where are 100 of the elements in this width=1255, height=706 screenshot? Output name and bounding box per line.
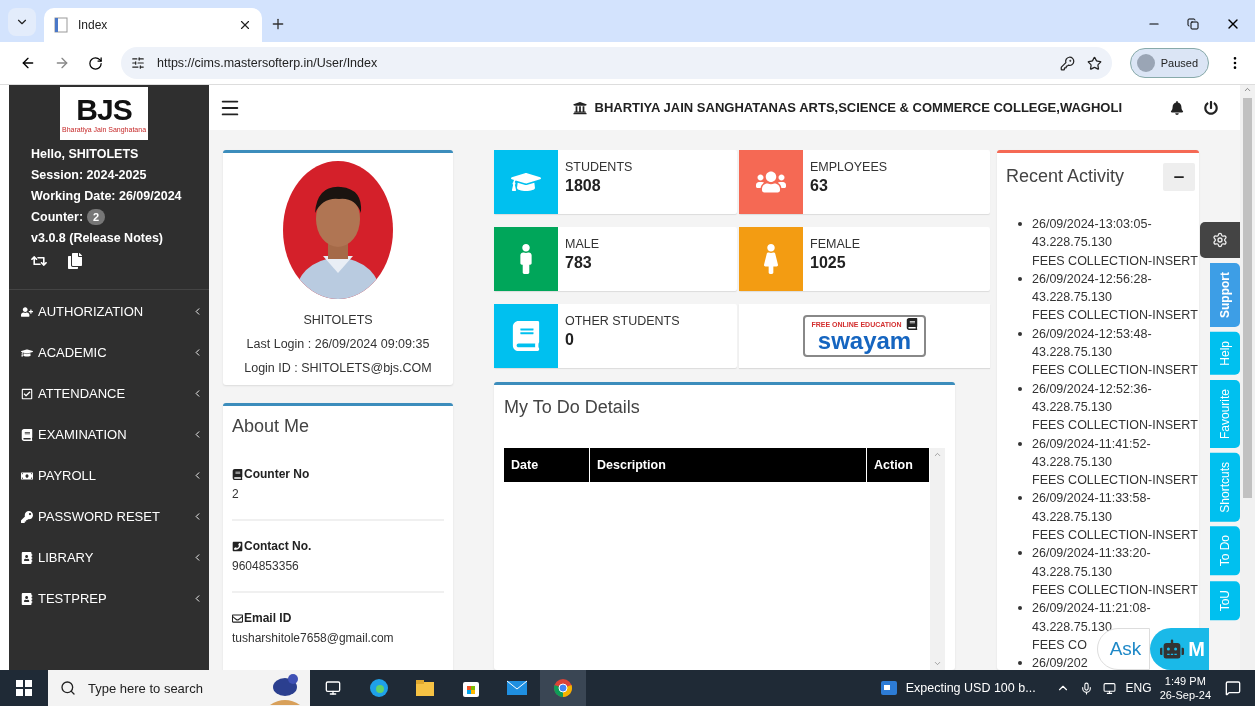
stat-label: FEMALE bbox=[810, 237, 860, 251]
sidebar-menu-item[interactable]: PASSWORD RESET bbox=[9, 496, 209, 537]
stat-label: STUDENTS bbox=[565, 160, 633, 174]
activity-time: 26/09/2024-11:33:20- bbox=[1032, 545, 1151, 563]
activity-action: FEES COLLECTION-INSERT bbox=[1032, 472, 1198, 490]
key-icon[interactable] bbox=[1059, 55, 1075, 71]
activity-action: FEES CO bbox=[1032, 636, 1087, 654]
power-icon[interactable] bbox=[1204, 100, 1218, 115]
counter-label: Counter: bbox=[31, 209, 84, 225]
counter-badge: 2 bbox=[87, 209, 106, 225]
new-tab-icon[interactable] bbox=[270, 16, 286, 32]
activity-time: 26/09/202 bbox=[1032, 655, 1088, 670]
bullet-icon bbox=[1018, 606, 1022, 611]
bullet-icon bbox=[1018, 276, 1022, 281]
back-icon[interactable] bbox=[20, 55, 36, 71]
scroll-up-icon[interactable] bbox=[1243, 85, 1252, 94]
taskbar-app-button[interactable] bbox=[540, 670, 586, 706]
news-widget[interactable]: Expecting USD 100 b... bbox=[879, 680, 1036, 696]
browser-tab[interactable]: Index bbox=[44, 8, 262, 42]
field-label: Contact No. bbox=[244, 539, 312, 553]
sidebar-menu-item[interactable]: LIBRARY bbox=[9, 537, 209, 578]
activity-ip: 43.228.75.130 bbox=[1032, 563, 1112, 581]
bullet-icon bbox=[1018, 386, 1022, 391]
key-icon bbox=[21, 510, 33, 523]
mail-icon[interactable] bbox=[506, 680, 528, 696]
version-link[interactable]: v3.0.8 (Release Notes) bbox=[31, 230, 209, 246]
sidebar-menu-item[interactable]: TESTPREP bbox=[9, 578, 209, 619]
session-text: Session: 2024-2025 bbox=[31, 167, 148, 183]
book-icon bbox=[232, 468, 243, 480]
sidebar-menu-item[interactable]: AUTHORIZATION bbox=[9, 291, 209, 332]
page-scrollbar[interactable] bbox=[1240, 85, 1255, 670]
clock[interactable]: 1:49 PM 26-Sep-24 bbox=[1159, 674, 1211, 702]
search-input[interactable]: Type here to search bbox=[86, 679, 236, 697]
site-settings-icon[interactable] bbox=[131, 56, 145, 70]
microphone-icon[interactable] bbox=[1079, 681, 1093, 695]
sidebar-menu-item[interactable]: EXAMINATION bbox=[9, 414, 209, 455]
retweet-icon[interactable] bbox=[31, 253, 47, 269]
settings-icon bbox=[1212, 232, 1228, 248]
user-plus-icon bbox=[21, 305, 33, 318]
folder-icon[interactable] bbox=[415, 679, 435, 697]
field-value: tusharshitole7658@gmail.com bbox=[232, 631, 394, 645]
activity-ip: 43.228.75.130 bbox=[1032, 453, 1112, 471]
activity-ip: 43.228.75.130 bbox=[1032, 344, 1112, 362]
greeting-text: Hello, SHITOLETS bbox=[31, 146, 140, 162]
bullet-icon bbox=[1018, 331, 1022, 336]
envelope-icon bbox=[232, 612, 243, 624]
address-bar[interactable]: https://cims.mastersofterp.in/User/Index bbox=[121, 47, 1112, 79]
sidebar-menu-item[interactable]: ACADEMIC bbox=[9, 332, 209, 373]
forward-icon[interactable] bbox=[54, 55, 70, 71]
profile-button[interactable]: Paused bbox=[1129, 48, 1209, 78]
close-tab-icon[interactable] bbox=[238, 18, 252, 32]
reload-icon[interactable] bbox=[88, 55, 103, 71]
sidebar-menu-item[interactable]: ATTENDANCE bbox=[9, 373, 209, 414]
bell-icon[interactable] bbox=[1170, 100, 1184, 115]
sidebar-menu-item[interactable]: PAYROLL bbox=[9, 455, 209, 496]
card-title: My To Do Details bbox=[504, 397, 641, 419]
book-icon bbox=[21, 428, 33, 441]
news-icon bbox=[879, 680, 898, 696]
settings-tab[interactable] bbox=[1200, 222, 1240, 258]
card-title: Recent Activity bbox=[1006, 165, 1125, 187]
search-icon bbox=[60, 680, 76, 696]
activity-action: FEES COLLECTION-INSERT bbox=[1032, 417, 1198, 435]
activity-action: FEES COLLECTION-INSERT bbox=[1032, 527, 1198, 545]
graduation-cap-icon bbox=[21, 346, 33, 359]
building-icon bbox=[572, 100, 587, 115]
bullet-icon bbox=[1018, 441, 1022, 446]
browser-icon[interactable] bbox=[369, 678, 389, 698]
chrome-icon bbox=[553, 678, 573, 698]
bookmark-star-icon[interactable] bbox=[1086, 55, 1102, 71]
collapse-button[interactable] bbox=[1163, 163, 1195, 191]
phone-icon bbox=[232, 540, 243, 552]
notification-icon[interactable] bbox=[1225, 680, 1241, 696]
checkbox-icon bbox=[21, 387, 33, 400]
activity-time: 26/09/2024-11:41:52- bbox=[1032, 435, 1151, 453]
activity-time: 26/09/2024-12:56:28- bbox=[1032, 270, 1152, 288]
field-label: Email ID bbox=[244, 611, 292, 625]
working-date-text: Working Date: 26/09/2024 bbox=[31, 188, 183, 204]
activity-action: FEES COLLECTION-INSERT bbox=[1032, 252, 1198, 270]
college-name: BHARTIYA JAIN SANGHATANAS ARTS,SCIENCE & COMMERCE COLLEGE,WAGHOLI bbox=[594, 100, 1122, 115]
activity-time: 26/09/2024-12:53:48- bbox=[1032, 325, 1152, 343]
stat-value: 1025 bbox=[810, 254, 846, 272]
bullet-icon bbox=[1018, 551, 1022, 556]
activity-action: FEES COLLECTION-INSERT bbox=[1032, 581, 1198, 599]
avatar-icon bbox=[1136, 54, 1155, 72]
field-label: Counter No bbox=[244, 467, 310, 481]
user-name: SHITOLETS bbox=[303, 313, 373, 327]
stat-label: EMPLOYEES bbox=[810, 160, 888, 174]
restore-icon[interactable] bbox=[1187, 18, 1199, 30]
activity-ip: 43.228.75.130 bbox=[1032, 508, 1112, 526]
taskbar-search-bar[interactable]: Type here to search bbox=[48, 670, 310, 706]
robot-icon bbox=[1160, 637, 1185, 661]
activity-action: FEES COLLECTION-INSERT bbox=[1032, 307, 1198, 325]
contact-card-icon bbox=[21, 592, 33, 605]
stat-value: 783 bbox=[565, 254, 592, 272]
activity-action: FEES COLLECTION-INSERT bbox=[1032, 362, 1198, 380]
activity-time: 26/09/2024-11:21:08- bbox=[1032, 600, 1151, 618]
language-indicator[interactable]: ENG bbox=[1125, 681, 1152, 695]
activity-time: 26/09/2024-11:33:58- bbox=[1032, 490, 1151, 508]
windows-start-icon[interactable] bbox=[16, 680, 32, 696]
copy-icon[interactable] bbox=[67, 253, 83, 269]
